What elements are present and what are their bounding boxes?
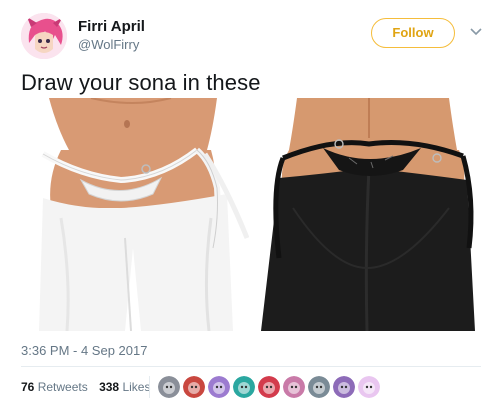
purple-cat-avatar[interactable] bbox=[333, 376, 355, 398]
likes-count: 338 bbox=[99, 380, 120, 394]
media-photo-black-pants[interactable] bbox=[253, 98, 481, 331]
pink-character-avatar[interactable] bbox=[283, 376, 305, 398]
red-fox-avatar[interactable] bbox=[258, 376, 280, 398]
tweet-media[interactable] bbox=[21, 98, 481, 331]
retweets-label: Retweets bbox=[37, 380, 88, 394]
media-photo-white-pants[interactable] bbox=[21, 98, 249, 331]
chevron-down-icon[interactable] bbox=[470, 27, 482, 37]
stats-divider bbox=[149, 376, 150, 398]
gray-wolf-avatar[interactable] bbox=[308, 376, 330, 398]
red-character-avatar[interactable] bbox=[183, 376, 205, 398]
likes-label: Likes bbox=[122, 380, 151, 394]
tweet-timestamp[interactable]: 3:36 PM - 4 Sep 2017 bbox=[21, 343, 147, 358]
user-avatar[interactable] bbox=[21, 13, 67, 59]
pastel-flower-avatar[interactable] bbox=[358, 376, 380, 398]
teal-character-avatar[interactable] bbox=[233, 376, 255, 398]
divider bbox=[21, 366, 481, 367]
tweet-stats: 76 Retweets 338 Likes bbox=[21, 376, 158, 398]
retweets-stat[interactable]: 76 Retweets bbox=[21, 380, 88, 394]
user-name[interactable]: Firri April bbox=[78, 18, 145, 35]
follow-button[interactable]: Follow bbox=[371, 18, 455, 48]
gray-gear-avatar[interactable] bbox=[158, 376, 180, 398]
retweets-count: 76 bbox=[21, 380, 35, 394]
tweet-text: Draw your sona in these bbox=[21, 70, 261, 95]
likes-stat[interactable]: 338 Likes bbox=[99, 380, 150, 394]
purple-character-avatar[interactable] bbox=[208, 376, 230, 398]
user-handle[interactable]: @WolFirry bbox=[78, 37, 139, 52]
tweet-card: Firri April @WolFirry Follow Draw your s… bbox=[0, 0, 500, 409]
